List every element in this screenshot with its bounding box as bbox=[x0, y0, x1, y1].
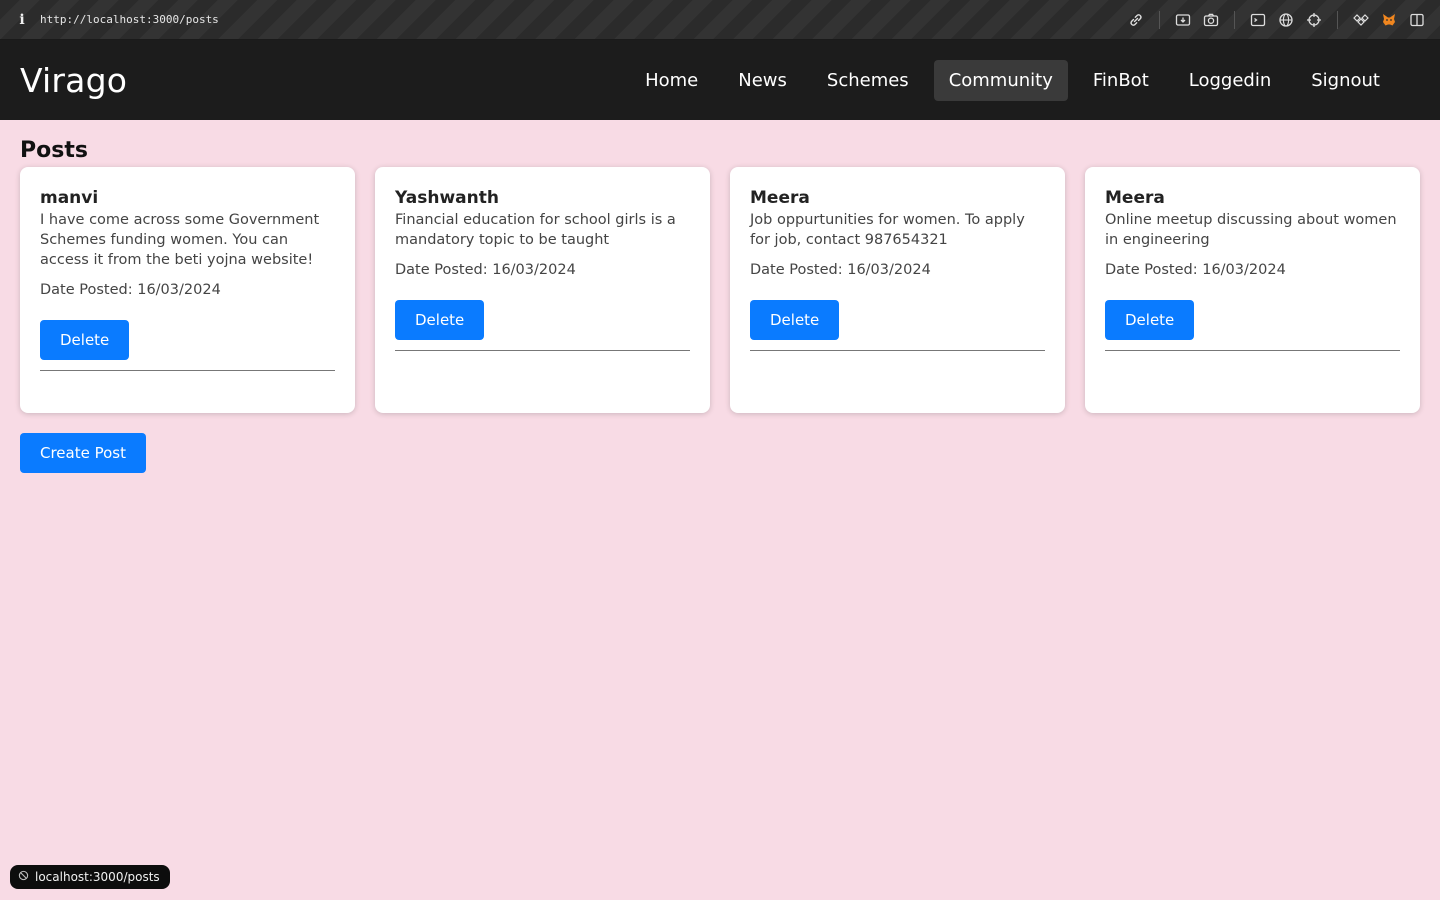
browser-tools bbox=[1127, 10, 1426, 29]
extensions-icon[interactable] bbox=[1352, 11, 1370, 29]
nav-home[interactable]: Home bbox=[630, 60, 713, 101]
posts-page: Posts manvi I have come across some Gove… bbox=[0, 120, 1440, 473]
delete-button[interactable]: Delete bbox=[750, 300, 840, 340]
post-content: Job oppurtunities for women. To apply fo… bbox=[750, 212, 1025, 248]
sidebar-icon[interactable] bbox=[1408, 11, 1426, 29]
post-date: Date Posted: 16/03/2024 bbox=[1105, 262, 1286, 278]
toolbar-divider bbox=[1234, 10, 1235, 29]
post-card: Meera Online meetup discussing about wom… bbox=[1085, 167, 1420, 413]
toolbar-divider bbox=[1337, 10, 1338, 29]
post-content: I have come across some Government Schem… bbox=[40, 212, 320, 268]
nav-news[interactable]: News bbox=[723, 60, 802, 101]
terminal-icon[interactable] bbox=[1249, 11, 1267, 29]
create-post-row: Create Post bbox=[20, 433, 1420, 473]
toolbar-divider bbox=[1159, 10, 1160, 29]
post-date: Date Posted: 16/03/2024 bbox=[40, 282, 221, 298]
nav-schemes[interactable]: Schemes bbox=[812, 60, 924, 101]
post-content: Financial education for school girls is … bbox=[395, 212, 676, 248]
post-date: Date Posted: 16/03/2024 bbox=[395, 262, 576, 278]
post-card: Yashwanth Financial education for school… bbox=[375, 167, 710, 413]
brand-logo[interactable]: Virago bbox=[20, 61, 127, 100]
globe-icon[interactable] bbox=[1277, 11, 1295, 29]
delete-button[interactable]: Delete bbox=[40, 320, 130, 360]
post-author: Meera bbox=[1105, 188, 1165, 208]
card-divider bbox=[750, 350, 1045, 351]
link-status-url: localhost:3000/posts bbox=[35, 870, 160, 884]
site-info-icon[interactable]: i bbox=[14, 12, 30, 28]
card-divider bbox=[395, 350, 690, 351]
post-card: manvi I have come across some Government… bbox=[20, 167, 355, 413]
page-title: Posts bbox=[20, 138, 88, 163]
main-nav: Home News Schemes Community FinBot Logge… bbox=[630, 59, 1395, 101]
app-navbar: Virago Home News Schemes Community FinBo… bbox=[0, 40, 1440, 120]
delete-button[interactable]: Delete bbox=[395, 300, 485, 340]
card-divider bbox=[1105, 350, 1400, 351]
camera-icon[interactable] bbox=[1202, 11, 1220, 29]
post-date: Date Posted: 16/03/2024 bbox=[750, 262, 931, 278]
screenshot-icon[interactable] bbox=[1174, 11, 1192, 29]
posts-list: manvi I have come across some Government… bbox=[20, 167, 1420, 413]
nav-finbot[interactable]: FinBot bbox=[1078, 60, 1164, 101]
browser-toolbar: i http://localhost:3000/posts bbox=[0, 0, 1440, 40]
nav-signout[interactable]: Signout bbox=[1296, 60, 1395, 101]
post-card: Meera Job oppurtunities for women. To ap… bbox=[730, 167, 1065, 413]
link-status-icon bbox=[18, 870, 29, 884]
delete-button[interactable]: Delete bbox=[1105, 300, 1195, 340]
card-divider bbox=[40, 370, 335, 371]
create-post-button[interactable]: Create Post bbox=[20, 433, 146, 473]
nav-loggedin[interactable]: Loggedin bbox=[1174, 60, 1287, 101]
post-content: Online meetup discussing about women in … bbox=[1105, 212, 1397, 248]
post-author: Meera bbox=[750, 188, 810, 208]
post-author: manvi bbox=[40, 188, 99, 208]
post-author: Yashwanth bbox=[395, 188, 499, 208]
address-bar-url[interactable]: http://localhost:3000/posts bbox=[40, 13, 219, 26]
nav-community[interactable]: Community bbox=[933, 59, 1068, 101]
crosshair-icon[interactable] bbox=[1305, 11, 1323, 29]
link-icon[interactable] bbox=[1127, 11, 1145, 29]
metamask-icon[interactable] bbox=[1380, 11, 1398, 29]
link-status-tooltip: localhost:3000/posts bbox=[10, 865, 170, 889]
